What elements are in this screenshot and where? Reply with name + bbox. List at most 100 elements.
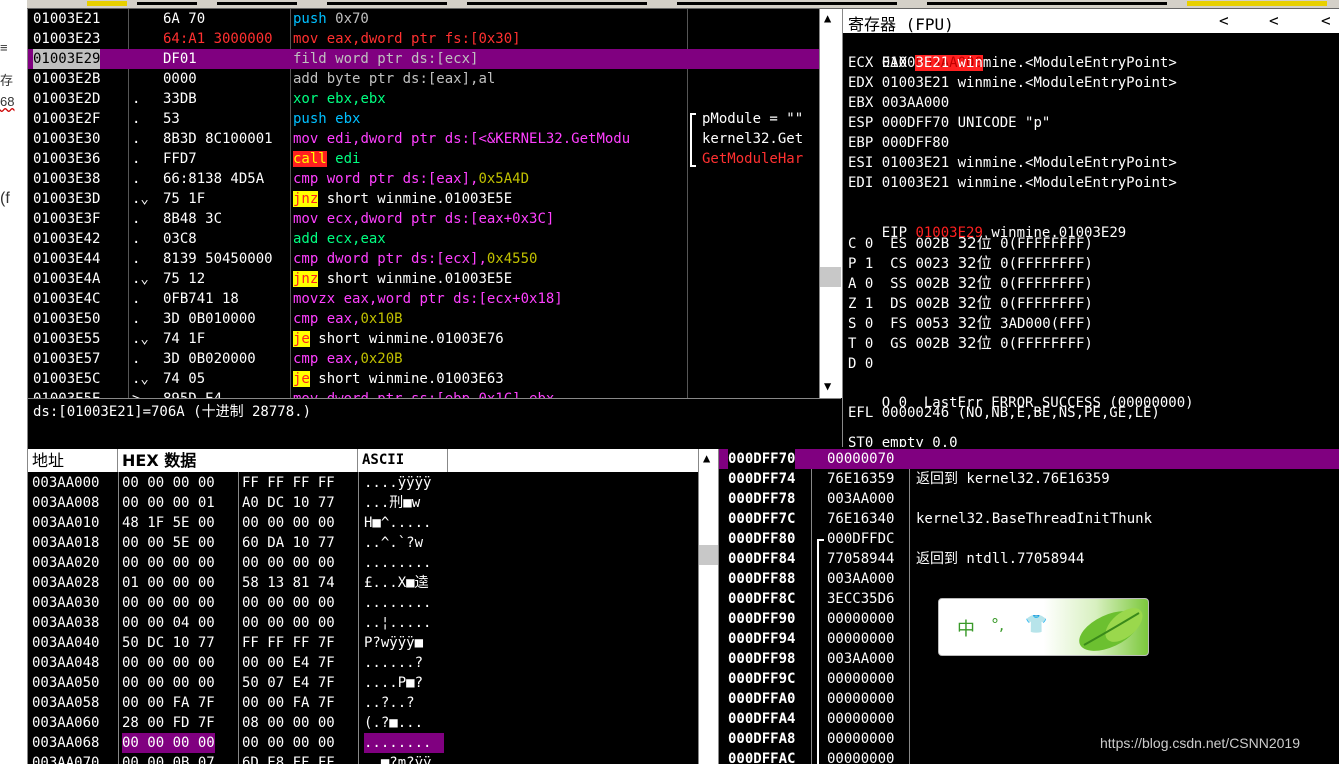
dump-hex-group[interactable]: 00 00 04 00 [122, 613, 215, 633]
disasm-row[interactable]: 01003E42. 03C8 add ecx,eax [28, 229, 819, 249]
flag-row[interactable]: A 0 SS 002B 32位 0(FFFFFFFF) [848, 273, 1093, 293]
disasm-row[interactable]: 01003E23 64:A1 3000000 mov eax,dword ptr f… [28, 29, 819, 49]
registers-pane[interactable]: 寄存器 (FPU) < < < EAX 003AA000 ECX 01003E2… [842, 9, 1339, 447]
stack-row[interactable]: 000DFFA0 00000000 [719, 689, 1339, 709]
dump-hex-group[interactable]: 50 DC 10 77 [122, 633, 215, 653]
flag-row[interactable]: C 0 ES 002B 32位 0(FFFFFFFF) [848, 233, 1093, 253]
disasm-row[interactable]: 01003E55 .⌄ 74 1F je short winmine.01003E76 [28, 329, 819, 349]
dump-ascii[interactable]: ..¦..... [364, 613, 444, 633]
disasm-row[interactable]: 01003E5C .⌄ 74 05 je short winmine.01003E63 [28, 369, 819, 389]
dump-address[interactable]: 003AA040 [32, 633, 99, 653]
dump-hex-group[interactable]: 28 00 FD 7F [122, 713, 215, 733]
dump-hex-group[interactable]: 50 07 E4 7F [242, 673, 335, 693]
dump-ascii[interactable]: ........ [364, 733, 444, 753]
stack-row[interactable]: 000DFF9C 00000000 [719, 669, 1339, 689]
ime-toolbar[interactable]: 中 °, 👕 [938, 598, 1149, 656]
register-ebx[interactable]: EBX 003AA000 [848, 93, 958, 113]
dump-col-hex[interactable]: HEX 数据 [118, 449, 358, 472]
dump-ascii[interactable]: (.?■... [364, 713, 444, 733]
scroll-up-icon[interactable]: ▲ [703, 451, 710, 465]
dump-hex-group[interactable]: 00 00 FA 7F [122, 693, 215, 713]
dump-address[interactable]: 003AA068 [32, 733, 99, 753]
disasm-row[interactable]: 01003E4A .⌄ 75 12 jnz short winmine.01003E5… [28, 269, 819, 289]
dump-hex-group[interactable]: 00 00 00 00 [122, 473, 215, 493]
dump-hex-group[interactable]: 00 00 00 00 [242, 553, 335, 573]
stack-row[interactable]: 000DFF84 77058944 返回到 ntdll.77058944 [719, 549, 1339, 569]
scrollbar-thumb[interactable] [820, 267, 841, 287]
dump-address[interactable]: 003AA048 [32, 653, 99, 673]
dump-ascii[interactable]: £...X■逵 [364, 573, 444, 593]
dump-ascii[interactable]: ........ [364, 593, 444, 613]
stack-row[interactable]: 000DFFA4 00000000 [719, 709, 1339, 729]
dump-hex-group[interactable]: 00 00 5E 00 [122, 533, 215, 553]
dump-address[interactable]: 003AA050 [32, 673, 99, 693]
dump-address[interactable]: 003AA038 [32, 613, 99, 633]
dump-hex-group[interactable]: 00 00 00 00 [242, 733, 335, 753]
dump-hex-group[interactable]: 60 DA 10 77 [242, 533, 335, 553]
dump-address[interactable]: 003AA018 [32, 533, 99, 553]
dump-hex-group[interactable]: 00 00 00 00 [122, 553, 215, 573]
dump-hex-group[interactable]: FF FF FF FF [242, 473, 335, 493]
dump-address[interactable]: 003AA058 [32, 693, 99, 713]
disasm-row[interactable]: 01003E29 DF01 fild word ptr ds:[ecx] [28, 49, 819, 69]
disasm-row[interactable]: 01003E2D. 33DB xor ebx,ebx [28, 89, 819, 109]
flag-row[interactable]: S 0 FS 0053 32位 3AD000(FFF) [848, 313, 1093, 333]
dump-hex-group[interactable]: FF FF FF 7F [242, 633, 335, 653]
dump-ascii[interactable]: ........ [364, 553, 444, 573]
disasm-row[interactable]: 01003E3D .⌄ 75 1F jnz short winmine.01003E5… [28, 189, 819, 209]
register-esi[interactable]: ESI 01003E21 winmine.<ModuleEntryPoint> [848, 153, 1177, 173]
dump-hex-group[interactable]: 6D E8 FF FF [242, 753, 335, 764]
disasm-row[interactable]: 01003E38. 66:8138 4D5A cmp word ptr ds:[ea… [28, 169, 819, 189]
dump-hex-group[interactable]: 00 00 FA 7F [242, 693, 335, 713]
disasm-row[interactable]: 01003E50. 3D 0B010000 cmp eax,0x10B [28, 309, 819, 329]
collapse-arrow-icon[interactable]: < [1321, 11, 1331, 30]
registers-header[interactable]: 寄存器 (FPU) < < < [843, 9, 1339, 34]
register-edi[interactable]: EDI 01003E21 winmine.<ModuleEntryPoint> [848, 173, 1177, 193]
disasm-row[interactable]: 01003E2F. 53 push ebx [28, 109, 819, 129]
scrollbar-thumb[interactable] [699, 545, 718, 565]
disasm-row[interactable]: 01003E4C. 0FB741 18 movzx eax,word ptr ds:… [28, 289, 819, 309]
dump-hex-group[interactable]: 00 00 0B 07 [122, 753, 215, 764]
dump-ascii[interactable]: ..^.`?w [364, 533, 444, 553]
register-ecx[interactable]: ECX 01003E21 winmine.<ModuleEntryPoint> [848, 53, 1177, 73]
stack-row[interactable]: 000DFF80 000DFFDC [719, 529, 1339, 549]
stack-row[interactable]: 000DFFAC 00000000 [719, 749, 1339, 764]
dump-hex-group[interactable]: 00 00 00 00 [242, 593, 335, 613]
dump-hex-group[interactable]: A0 DC 10 77 [242, 493, 335, 513]
dump-address[interactable]: 003AA060 [32, 713, 99, 733]
dump-hex-group[interactable]: 01 00 00 00 [122, 573, 215, 593]
dump-address[interactable]: 003AA020 [32, 553, 99, 573]
flag-row[interactable]: D 0 [848, 353, 907, 373]
register-eip[interactable]: EIP 01003E29 winmine.01003E29 [848, 203, 1126, 241]
dump-ascii[interactable]: ..■?m?ÿÿ [364, 753, 444, 764]
dump-ascii[interactable]: ......? [364, 653, 444, 673]
dump-col-ascii[interactable]: ASCII [358, 449, 448, 472]
dump-hex-group[interactable]: 00 00 00 00 [122, 733, 215, 753]
dump-hex-group[interactable]: 58 13 81 74 [242, 573, 335, 593]
dump-hex-group[interactable]: 48 1F 5E 00 [122, 513, 215, 533]
dump-hex-group[interactable]: 00 00 00 00 [242, 513, 335, 533]
register-ebp[interactable]: EBP 000DFF80 [848, 133, 958, 153]
dump-address[interactable]: 003AA030 [32, 593, 99, 613]
disasm-row[interactable]: 01003E3F. 8B48 3C mov ecx,dword ptr ds:[ea… [28, 209, 819, 229]
dump-col-address[interactable]: 地址 [28, 449, 118, 472]
dump-ascii[interactable]: ..?..? [364, 693, 444, 713]
disassembly-pane[interactable]: 01003E21 6A 70 push 0x70 01003E23 64:A1 3000… [28, 9, 819, 398]
disasm-row[interactable]: 01003E5E >895D E4 mov dword ptr ss:[ebp-0x… [28, 389, 819, 398]
dump-scrollbar[interactable]: ▲ [698, 449, 719, 764]
ime-lang-toggle[interactable]: 中 [957, 615, 975, 641]
st0-row[interactable]: ST0 empty 0.0 [848, 433, 958, 447]
disasm-row[interactable]: 01003E21 6A 70 push 0x70 [28, 9, 819, 29]
stack-row[interactable]: 000DFF7C 76E16340 kernel32.BaseThreadInitT… [719, 509, 1339, 529]
dump-ascii[interactable]: ....ÿÿÿÿ [364, 473, 444, 493]
disasm-row[interactable]: 01003E2B 0000 add byte ptr ds:[eax],al [28, 69, 819, 89]
lasterr-row[interactable]: O 0 LastErr ERROR_SUCCESS (00000000) [848, 373, 1194, 411]
dump-address[interactable]: 003AA000 [32, 473, 99, 493]
register-eax[interactable]: EAX 003AA000 [848, 33, 983, 71]
dump-ascii[interactable]: H■^..... [364, 513, 444, 533]
flag-row[interactable]: P 1 CS 0023 32位 0(FFFFFFFF) [848, 253, 1093, 273]
dump-hex-group[interactable]: 00 00 00 01 [122, 493, 215, 513]
disasm-row[interactable]: 01003E57. 3D 0B020000 cmp eax,0x20B [28, 349, 819, 369]
flag-row[interactable]: T 0 GS 002B 32位 0(FFFFFFFF) [848, 333, 1093, 353]
register-esp[interactable]: ESP 000DFF70 UNICODE "p" [848, 113, 1050, 133]
